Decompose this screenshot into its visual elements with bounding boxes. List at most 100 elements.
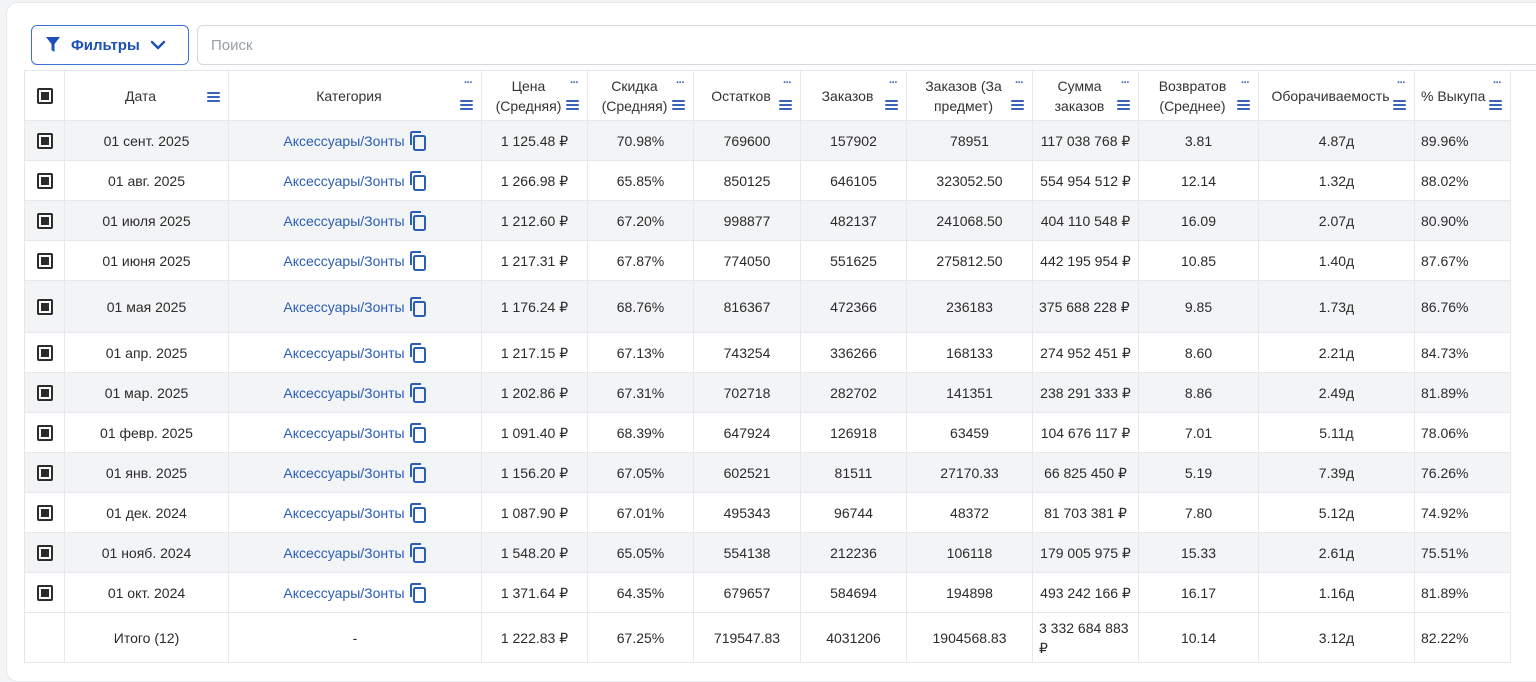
row-checkbox[interactable]: [36, 464, 53, 481]
row-checkbox[interactable]: [36, 344, 53, 361]
table-row[interactable]: 01 июня 2025 Аксессуары/Зонты 1 217.31 ₽ 67…: [25, 241, 1536, 281]
column-menu-icon[interactable]: [460, 100, 473, 110]
row-checkbox[interactable]: [36, 172, 53, 189]
category-link[interactable]: Аксессуары/Зонты: [283, 502, 427, 523]
table-row[interactable]: 01 апр. 2025 Аксессуары/Зонты 1 217.15 ₽ 67…: [25, 333, 1536, 373]
category-link[interactable]: Аксессуары/Зонты: [283, 296, 427, 317]
column-options-icon[interactable]: ···: [1015, 78, 1024, 89]
column-menu-icon[interactable]: [1011, 100, 1024, 110]
category-link[interactable]: Аксессуары/Зонты: [283, 582, 427, 603]
category-link[interactable]: Аксессуары/Зонты: [283, 542, 427, 563]
table-row[interactable]: 01 мар. 2025 Аксессуары/Зонты 1 202.86 ₽ 67…: [25, 373, 1536, 413]
table-row[interactable]: 01 февр. 2025 Аксессуары/Зонты 1 091.40 ₽ 6…: [25, 413, 1536, 453]
cell-turnover: 7.39д: [1259, 453, 1415, 493]
column-menu-icon[interactable]: [672, 100, 685, 110]
row-checkbox[interactable]: [36, 252, 53, 269]
table-row[interactable]: 01 авг. 2025 Аксессуары/Зонты 1 266.98 ₽ 65…: [25, 161, 1536, 201]
category-link[interactable]: Аксессуары/Зонты: [283, 130, 427, 151]
table-row[interactable]: 01 дек. 2024 Аксессуары/Зонты 1 087.90 ₽ 67…: [25, 493, 1536, 533]
cell-value: 16.17: [1180, 584, 1217, 601]
row-checkbox[interactable]: [36, 544, 53, 561]
copy-icon[interactable]: [409, 210, 427, 231]
row-checkbox[interactable]: [36, 298, 53, 315]
column-header-buyout[interactable]: % Выкупа ···: [1415, 71, 1511, 121]
column-menu-icon[interactable]: [1489, 100, 1502, 110]
category-link[interactable]: Аксессуары/Зонты: [283, 462, 427, 483]
row-checkbox[interactable]: [36, 132, 53, 149]
column-header-turnover[interactable]: Оборачиваемость ···: [1259, 71, 1415, 121]
cell-value: 482137: [830, 212, 877, 229]
column-options-icon[interactable]: ···: [1493, 78, 1502, 89]
cell-value: 01 февр. 2025: [100, 424, 193, 441]
category-link[interactable]: Аксессуары/Зонты: [283, 210, 427, 231]
copy-icon[interactable]: [409, 130, 427, 151]
cell-returns: 10.85: [1139, 241, 1259, 281]
column-options-icon[interactable]: ···: [1121, 78, 1130, 89]
column-options-icon[interactable]: ···: [1397, 78, 1406, 89]
column-options-icon[interactable]: ···: [783, 78, 792, 89]
copy-icon[interactable]: [409, 502, 427, 523]
column-header-returns[interactable]: Возвратов (Среднее) ···: [1139, 71, 1259, 121]
cell-category: Аксессуары/Зонты: [229, 413, 482, 453]
category-link[interactable]: Аксессуары/Зонты: [283, 342, 427, 363]
column-header-stock[interactable]: Остатков ···: [694, 71, 801, 121]
column-header-price[interactable]: Цена (Средняя) ···: [482, 71, 588, 121]
column-menu-icon[interactable]: [779, 100, 792, 110]
copy-icon[interactable]: [409, 170, 427, 191]
column-header-orders-per-item[interactable]: Заказов (За предмет) ···: [907, 71, 1033, 121]
column-options-icon[interactable]: ···: [676, 78, 685, 89]
copy-icon[interactable]: [409, 296, 427, 317]
cell-value: 75.51%: [1421, 544, 1469, 561]
filters-button[interactable]: Фильтры: [31, 25, 189, 65]
column-options-icon[interactable]: ···: [889, 78, 898, 89]
table-row[interactable]: 01 сент. 2025 Аксессуары/Зонты 1 125.48 ₽ 7…: [25, 121, 1536, 161]
cell-value: 679657: [723, 584, 771, 601]
column-header-date[interactable]: Дата: [65, 71, 229, 121]
cell-date: 01 мая 2025: [65, 281, 229, 333]
column-options-icon[interactable]: ···: [570, 78, 579, 89]
column-options-icon[interactable]: ···: [464, 78, 473, 89]
search-input[interactable]: [197, 25, 1536, 65]
row-checkbox[interactable]: [36, 584, 53, 601]
cell-date: 01 июня 2025: [65, 241, 229, 281]
cell-orders: 551625: [801, 241, 907, 281]
table-row[interactable]: 01 июля 2025 Аксессуары/Зонты 1 212.60 ₽ 67…: [25, 201, 1536, 241]
cell-sum: 66 825 450 ₽: [1033, 453, 1139, 493]
row-checkbox[interactable]: [36, 384, 53, 401]
row-checkbox[interactable]: [36, 212, 53, 229]
category-link[interactable]: Аксессуары/Зонты: [283, 382, 427, 403]
copy-icon[interactable]: [409, 582, 427, 603]
column-header-orders[interactable]: Заказов ···: [801, 71, 907, 121]
column-menu-icon[interactable]: [566, 100, 579, 110]
category-link[interactable]: Аксессуары/Зонты: [283, 250, 427, 271]
row-checkbox[interactable]: [36, 424, 53, 441]
copy-icon[interactable]: [409, 462, 427, 483]
column-header-category[interactable]: Категория ···: [229, 71, 482, 121]
table-row[interactable]: 01 мая 2025 Аксессуары/Зонты 1 176.24 ₽ 68.…: [25, 281, 1536, 333]
category-link[interactable]: Аксессуары/Зонты: [283, 170, 427, 191]
copy-icon[interactable]: [409, 342, 427, 363]
cell-stock: 679657: [694, 573, 801, 613]
table-row[interactable]: 01 окт. 2024 Аксессуары/Зонты 1 371.64 ₽ 64…: [25, 573, 1536, 613]
table-row[interactable]: 01 янв. 2025 Аксессуары/Зонты 1 156.20 ₽ 67…: [25, 453, 1536, 493]
column-header-discount[interactable]: Скидка (Средняя) ···: [588, 71, 694, 121]
column-menu-icon[interactable]: [885, 100, 898, 110]
cell-value: 126918: [830, 424, 877, 441]
column-menu-icon[interactable]: [207, 92, 220, 102]
copy-icon[interactable]: [409, 422, 427, 443]
table-row[interactable]: 01 нояб. 2024 Аксессуары/Зонты 1 548.20 ₽ 6…: [25, 533, 1536, 573]
column-header-sum[interactable]: Сумма заказов ···: [1033, 71, 1139, 121]
copy-icon[interactable]: [409, 542, 427, 563]
column-menu-icon[interactable]: [1117, 100, 1130, 110]
column-options-icon[interactable]: ···: [1241, 78, 1250, 89]
copy-icon[interactable]: [409, 382, 427, 403]
row-select-cell: [25, 373, 65, 413]
cell-category: Аксессуары/Зонты: [229, 333, 482, 373]
row-checkbox[interactable]: [36, 504, 53, 521]
select-all-checkbox[interactable]: [36, 87, 53, 104]
cell-value: 81511: [834, 464, 873, 481]
category-link[interactable]: Аксессуары/Зонты: [283, 422, 427, 443]
copy-icon[interactable]: [409, 250, 427, 271]
column-menu-icon[interactable]: [1393, 100, 1406, 110]
column-menu-icon[interactable]: [1237, 100, 1250, 110]
